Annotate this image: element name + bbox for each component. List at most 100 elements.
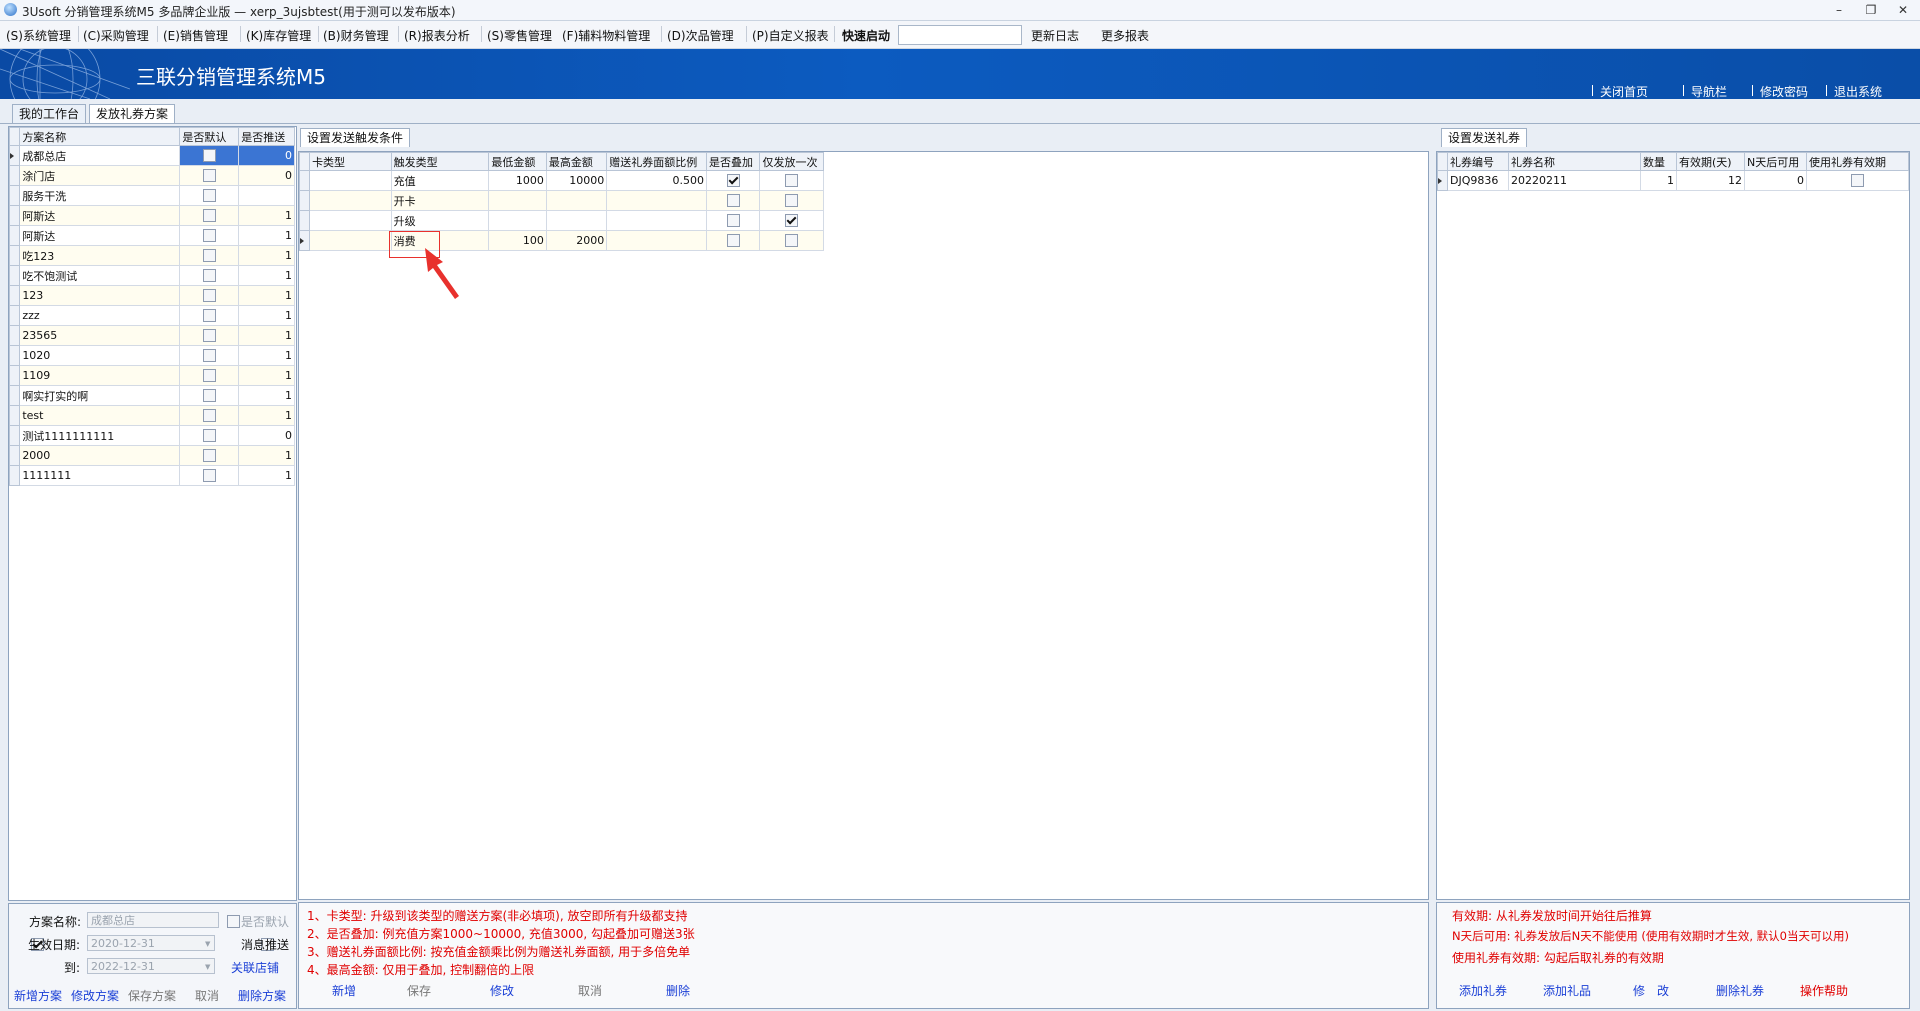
tab-coupon-plan[interactable]: 发放礼券方案 <box>89 104 176 123</box>
plan-name-cell[interactable]: 吃不饱测试 <box>19 265 181 286</box>
plan-default-checkbox-cell[interactable] <box>179 245 240 266</box>
plan-push-cell[interactable]: 1 <box>238 245 295 266</box>
trigger-max-cell[interactable] <box>545 210 608 231</box>
plan-default-checkbox-cell[interactable] <box>179 385 240 406</box>
plan-name-cell[interactable]: 2000 <box>19 445 181 466</box>
plan-default-checkbox-cell[interactable] <box>179 205 240 226</box>
menu-sales[interactable]: (E)销售管理 <box>163 27 228 44</box>
menu-custom-reports[interactable]: (P)自定义报表 <box>752 27 829 44</box>
coupon-row[interactable]: DJQ9836 20220211 1 12 0 <box>1437 170 1909 191</box>
trigger-once-checkbox[interactable] <box>785 234 799 248</box>
plan-row[interactable]: 1109 1 <box>8 365 295 386</box>
menu-purchase[interactable]: (C)采购管理 <box>83 27 149 44</box>
tab-trigger-conditions[interactable]: 设置发送触发条件 <box>300 128 411 147</box>
plan-push-cell[interactable]: 1 <box>238 285 295 306</box>
plan-default-checkbox[interactable] <box>202 429 216 443</box>
plan-row[interactable]: 成都总店 0 <box>8 145 295 166</box>
plan-default-checkbox[interactable] <box>202 469 216 483</box>
dropdown-arrow-icon[interactable]: ▼ <box>205 940 210 948</box>
row-selector[interactable] <box>298 230 311 251</box>
trigger-stack-checkbox-cell[interactable] <box>706 190 761 211</box>
save-trigger-button[interactable]: 保存 <box>407 982 431 999</box>
plan-default-checkbox-cell[interactable] <box>179 465 240 486</box>
change-password-link[interactable]: 修改密码 <box>1760 83 1808 100</box>
row-selector[interactable] <box>8 405 21 426</box>
delete-trigger-button[interactable]: 删除 <box>666 982 690 999</box>
trigger-stack-checkbox-cell[interactable] <box>706 230 761 251</box>
minimize-button[interactable]: – <box>1828 2 1850 18</box>
plan-default-checkbox[interactable] <box>202 389 216 403</box>
plan-default-checkbox-cell[interactable] <box>179 325 240 346</box>
exit-system-link[interactable]: 退出系统 <box>1834 83 1882 100</box>
plan-default-checkbox[interactable] <box>202 369 216 383</box>
plan-row[interactable]: 吃不饱测试 1 <box>8 265 295 286</box>
trigger-col-max[interactable]: 最高金额 <box>545 152 608 171</box>
plan-row[interactable]: 啊实打实的啊 1 <box>8 385 295 406</box>
coupon-valid-days-cell[interactable]: 12 <box>1676 170 1745 191</box>
coupon-name-cell[interactable]: 20220211 <box>1508 170 1641 191</box>
trigger-type-cell[interactable]: 开卡 <box>390 190 490 211</box>
plan-default-checkbox[interactable] <box>202 189 216 203</box>
more-reports-link[interactable]: 更多报表 <box>1101 27 1149 44</box>
plan-default-checkbox[interactable] <box>202 269 216 283</box>
row-selector[interactable] <box>8 365 21 386</box>
row-selector[interactable] <box>8 305 21 326</box>
plan-push-cell[interactable]: 1 <box>238 345 295 366</box>
trigger-card-type-cell[interactable] <box>309 210 392 231</box>
plan-col-default[interactable]: 是否默认 <box>179 127 240 146</box>
row-selector[interactable] <box>8 465 21 486</box>
is-default-checkbox[interactable] <box>227 915 240 928</box>
plan-row[interactable]: test 1 <box>8 405 295 426</box>
plan-row[interactable]: 1020 1 <box>8 345 295 366</box>
effective-from-field[interactable]: 2020-12-31 <box>87 935 215 951</box>
row-selector[interactable] <box>298 190 311 211</box>
row-selector[interactable] <box>8 205 21 226</box>
trigger-once-checkbox[interactable] <box>785 214 799 228</box>
delete-plan-button[interactable]: 删除方案 <box>238 987 286 1004</box>
plan-name-cell[interactable]: 啊实打实的啊 <box>19 385 181 406</box>
plan-push-cell[interactable]: 1 <box>238 325 295 346</box>
row-selector[interactable] <box>8 285 21 306</box>
delete-coupon-button[interactable]: 删除礼券 <box>1716 982 1764 999</box>
close-button[interactable]: ✕ <box>1892 2 1914 18</box>
plan-col-name[interactable]: 方案名称 <box>19 127 181 146</box>
coupon-col-qty[interactable]: 数量 <box>1640 152 1677 171</box>
cancel-plan-button[interactable]: 取消 <box>195 987 219 1004</box>
plan-default-checkbox[interactable] <box>202 169 216 183</box>
plan-name-field[interactable]: 成都总店 <box>87 912 219 928</box>
plan-default-checkbox[interactable] <box>202 149 216 163</box>
plan-push-cell[interactable] <box>238 185 295 206</box>
plan-push-cell[interactable]: 1 <box>238 225 295 246</box>
plan-name-cell[interactable]: 123 <box>19 285 181 306</box>
tab-my-workbench[interactable]: 我的工作台 <box>12 104 87 123</box>
close-home-link[interactable]: 关闭首页 <box>1600 83 1648 100</box>
plan-row[interactable]: 涂门店 0 <box>8 165 295 186</box>
row-selector[interactable] <box>8 325 21 346</box>
trigger-once-checkbox[interactable] <box>785 174 799 188</box>
trigger-card-type-cell[interactable] <box>309 190 392 211</box>
trigger-row[interactable]: 充值 1000 10000 0.500 <box>298 170 824 191</box>
plan-default-checkbox[interactable] <box>202 409 216 423</box>
trigger-col-card-type[interactable]: 卡类型 <box>309 152 392 171</box>
dropdown-arrow-icon[interactable]: ▼ <box>205 963 210 971</box>
plan-name-cell[interactable]: zzz <box>19 305 181 326</box>
plan-push-cell[interactable]: 0 <box>238 425 295 446</box>
trigger-stack-checkbox[interactable] <box>726 174 740 188</box>
trigger-min-cell[interactable]: 100 <box>488 230 547 251</box>
plan-row[interactable]: 阿斯达 1 <box>8 225 295 246</box>
trigger-once-checkbox-cell[interactable] <box>759 230 824 251</box>
trigger-stack-checkbox[interactable] <box>726 234 740 248</box>
edit-trigger-button[interactable]: 修改 <box>490 982 514 999</box>
plan-row[interactable]: 测试1111111111 0 <box>8 425 295 446</box>
plan-default-checkbox-cell[interactable] <box>179 305 240 326</box>
cancel-trigger-button[interactable]: 取消 <box>578 982 602 999</box>
plan-name-cell[interactable]: 测试1111111111 <box>19 425 181 446</box>
plan-row[interactable]: 1111111 1 <box>8 465 295 486</box>
plan-row[interactable]: 2000 1 <box>8 445 295 466</box>
trigger-once-checkbox-cell[interactable] <box>759 190 824 211</box>
plan-push-cell[interactable]: 0 <box>238 165 295 186</box>
restore-button[interactable]: ❐ <box>1860 2 1882 18</box>
plan-default-checkbox-cell[interactable] <box>179 365 240 386</box>
trigger-min-cell[interactable] <box>488 210 547 231</box>
trigger-max-cell[interactable]: 2000 <box>545 230 608 251</box>
